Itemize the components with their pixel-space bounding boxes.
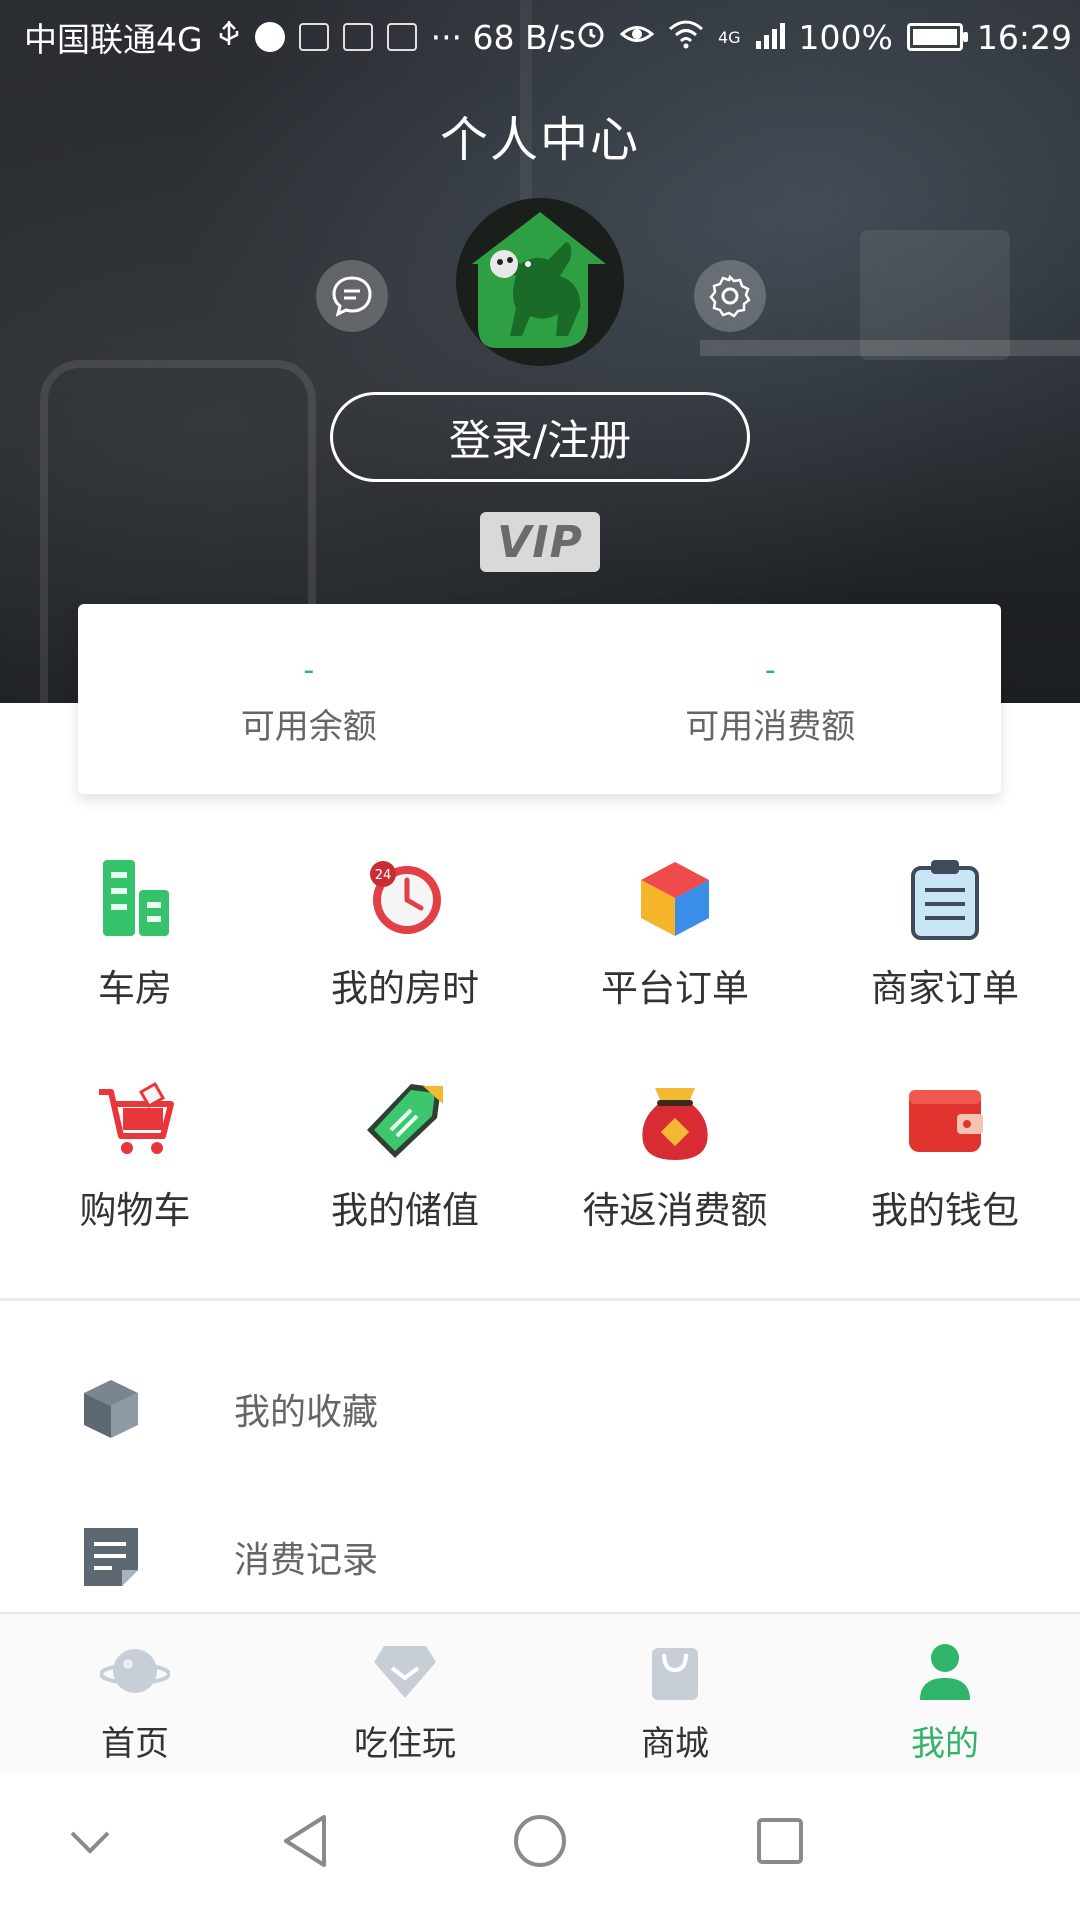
clock-24-icon: 24 (370, 861, 441, 934)
available-balance[interactable]: - 可用余额 (78, 604, 540, 794)
tab-eat-stay-play[interactable]: 吃住玩 (270, 1614, 540, 1774)
balance-card: - 可用余额 - 可用消费额 (78, 604, 1001, 794)
shopping-bag-icon (652, 1648, 698, 1700)
grid-item-platform-orders[interactable]: 平台订单 (540, 850, 810, 1072)
buildings-icon (103, 860, 169, 936)
nav-home-button[interactable] (505, 1806, 575, 1876)
list-item-consumption-records[interactable]: 消费记录 (0, 1483, 1080, 1631)
signal-icon (755, 18, 785, 57)
diamond-icon (374, 1646, 436, 1698)
bottom-tab-bar: 首页 吃住玩 商城 我的 (0, 1612, 1080, 1774)
alarm-icon (576, 18, 606, 57)
feature-grid: 车房 24 我的房时 平台订单 商家订单 购物车 我的储值 待返消费额 我的钱包 (0, 850, 1080, 1294)
clock-time: 16:29 (976, 17, 1072, 57)
carrier-label: 中国联通4G (24, 20, 203, 59)
grid-label: 我的储值 (331, 1189, 479, 1232)
available-consumption[interactable]: - 可用消费额 (540, 604, 1002, 794)
grid-item-shopping-cart[interactable]: 购物车 (0, 1072, 270, 1294)
list-label: 我的收藏 (234, 1392, 379, 1433)
svg-text:24: 24 (375, 868, 392, 883)
home-circle-icon (514, 1815, 566, 1867)
status-bar: 中国联通4G ··· 68 B/s 4G 100% 16:29 (0, 0, 1080, 74)
available-consumption-value: - (764, 652, 776, 688)
section-divider (0, 1298, 1080, 1301)
app-notification-icon (254, 22, 285, 52)
wifi-icon (668, 18, 704, 57)
document-icon (84, 1528, 138, 1586)
grid-item-my-wallet[interactable]: 我的钱包 (810, 1072, 1080, 1294)
list-label: 消费记录 (234, 1540, 379, 1581)
grid-label: 购物车 (79, 1189, 191, 1232)
grid-item-merchant-orders[interactable]: 商家订单 (810, 850, 1080, 1072)
available-balance-value: - (303, 652, 315, 688)
grid-label: 我的钱包 (871, 1189, 1019, 1232)
gear-icon (709, 274, 751, 318)
available-balance-label: 可用余额 (240, 706, 377, 747)
box-icon (84, 1380, 138, 1438)
grid-label: 待返消费额 (582, 1189, 768, 1232)
cube-icon (641, 862, 709, 936)
eye-icon (619, 18, 655, 57)
wallet-icon (909, 1090, 983, 1152)
tab-label: 商城 (641, 1724, 709, 1764)
grid-label: 平台订单 (601, 967, 749, 1010)
grid-item-my-stored-value[interactable]: 我的储值 (270, 1072, 540, 1294)
message-button[interactable] (316, 260, 388, 332)
tag-icon (367, 1084, 443, 1158)
nav-back-button[interactable] (270, 1806, 340, 1876)
person-icon (920, 1644, 970, 1700)
vip-badge: VIP (480, 512, 600, 572)
nav-recents-button[interactable] (745, 1806, 815, 1876)
tab-label: 吃住玩 (354, 1724, 456, 1764)
available-consumption-label: 可用消费额 (685, 706, 856, 747)
clipboard-icon (911, 860, 979, 940)
grid-item-pending-return[interactable]: 待返消费额 (540, 1072, 810, 1294)
tab-mine[interactable]: 我的 (810, 1614, 1080, 1774)
usb-icon (217, 18, 241, 57)
battery-percent: 100% (798, 17, 893, 57)
nav-hide-button[interactable] (60, 1812, 120, 1872)
background-object-shape (860, 230, 1010, 360)
login-register-button[interactable]: 登录/注册 (330, 392, 750, 482)
money-bag-icon (642, 1088, 708, 1160)
network-speed: ··· 68 B/s (430, 17, 576, 57)
system-navigation-bar (0, 1772, 1080, 1920)
grid-label: 车房 (98, 967, 172, 1010)
recents-square-icon (757, 1818, 803, 1864)
settings-button[interactable] (694, 260, 766, 332)
chevron-down-icon (70, 1831, 110, 1854)
tab-label: 我的 (911, 1724, 979, 1764)
network-type: 4G (717, 27, 741, 47)
chat-bubble-icon (332, 276, 372, 317)
app-notification-icon-4 (386, 23, 417, 51)
grid-label: 商家订单 (871, 967, 1019, 1010)
tab-home[interactable]: 首页 (0, 1614, 270, 1774)
list-item-favorites[interactable]: 我的收藏 (0, 1335, 1080, 1483)
grid-item-my-house-time[interactable]: 24 我的房时 (270, 850, 540, 1072)
grid-item-car-house[interactable]: 车房 (0, 850, 270, 1072)
avatar[interactable] (456, 198, 624, 366)
tab-mall[interactable]: 商城 (540, 1614, 810, 1774)
tab-label: 首页 (101, 1724, 169, 1764)
page-title: 个人中心 (439, 112, 640, 168)
grid-label: 我的房时 (331, 967, 479, 1010)
back-triangle-icon (284, 1815, 326, 1867)
donkey-logo-icon (456, 198, 624, 366)
menu-list: 我的收藏 消费记录 (0, 1335, 1080, 1631)
battery-icon (906, 23, 968, 51)
app-notification-icon-3 (342, 23, 373, 51)
planet-icon (100, 1649, 170, 1693)
app-notification-icon-2 (298, 23, 329, 51)
shopping-cart-icon (99, 1081, 174, 1154)
